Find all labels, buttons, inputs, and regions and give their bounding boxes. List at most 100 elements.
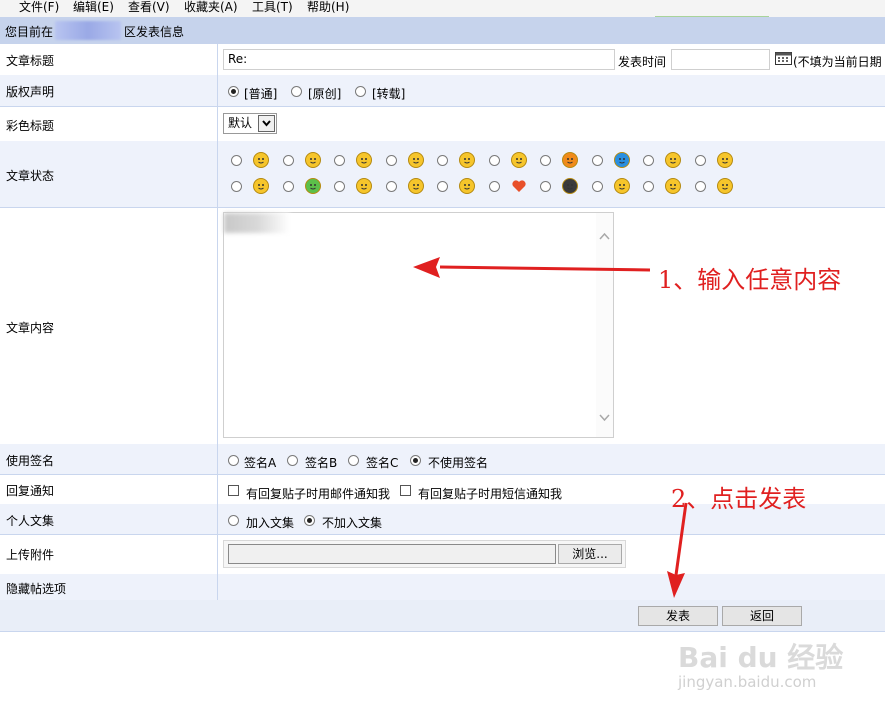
emoticon-radio-dizzy[interactable] (334, 181, 345, 192)
calendar-icon[interactable] (775, 52, 792, 65)
silly-emoticon-icon (717, 178, 733, 194)
not-join-collection-radio[interactable] (304, 515, 315, 526)
copyright-original-radio[interactable] (291, 86, 302, 97)
emoticon-radio-arrow[interactable] (437, 181, 448, 192)
menu-favorites[interactable]: 收藏夹(A) (184, 0, 238, 16)
emoticon-radio-warning[interactable] (540, 155, 551, 166)
signature-c-radio[interactable] (348, 455, 359, 466)
submit-button[interactable]: 发表 (638, 606, 718, 626)
content-label: 文章内容 (6, 321, 55, 335)
arrow-emoticon-icon (459, 178, 475, 194)
signature-label: 使用签名 (6, 454, 55, 468)
column-divider (217, 44, 218, 600)
grin-emoticon-icon (511, 152, 527, 168)
copyright-row: 版权声明 [普通] [原创] [转载] (0, 75, 885, 107)
signature-a-radio[interactable] (228, 455, 239, 466)
upload-row: 上传附件 浏览... (0, 534, 885, 575)
color-title-row: 彩色标题 默认 (0, 106, 885, 142)
baidu-watermark-logo: Bai du 经验 (678, 641, 844, 674)
surprised-emoticon-icon (459, 152, 475, 168)
join-collection-label: 加入文集 (246, 516, 295, 530)
emoticon-radio-silly[interactable] (695, 181, 706, 192)
wink-emoticon-icon (408, 152, 424, 168)
signature-b-radio[interactable] (287, 455, 298, 466)
emoticon-radio-shades[interactable] (540, 181, 551, 192)
header-prefix: 您目前在 (5, 25, 54, 39)
upload-label: 上传附件 (6, 548, 55, 562)
notify-sms-checkbox[interactable] (400, 485, 411, 496)
annotation-step-2: 2、点击发表 (671, 485, 807, 513)
chevron-down-icon (599, 414, 610, 422)
blurred-text (224, 213, 290, 233)
emoticon-radio-glasses[interactable] (695, 155, 706, 166)
title-label: 文章标题 (6, 54, 55, 68)
header-suffix: 区发表信息 (124, 25, 185, 39)
shy-emoticon-icon (305, 152, 321, 168)
color-title-label: 彩色标题 (6, 119, 55, 133)
emoticon-radio-smile[interactable] (231, 155, 242, 166)
emoticon-radio-think[interactable] (643, 181, 654, 192)
scrollbar[interactable] (596, 213, 613, 437)
menu-help[interactable]: 帮助(H) (307, 0, 349, 16)
question-emoticon-icon (614, 152, 630, 168)
not-join-collection-label: 不加入文集 (322, 516, 383, 530)
chevron-down-icon[interactable] (258, 115, 275, 132)
personal-collection-label: 个人文集 (6, 514, 55, 528)
warning-emoticon-icon (562, 152, 578, 168)
emoticon-radio-heart[interactable] (489, 181, 500, 192)
time-input[interactable] (671, 49, 770, 70)
emoticon-radio-question[interactable] (592, 155, 603, 166)
browse-button[interactable]: 浏览... (558, 544, 622, 564)
time-label: 发表时间 (618, 55, 667, 69)
glasses-emoticon-icon (717, 152, 733, 168)
join-collection-radio[interactable] (228, 515, 239, 526)
emoticon-radio-wink[interactable] (386, 155, 397, 166)
nerd-emoticon-icon (408, 178, 424, 194)
emoticon-radio-nerd[interactable] (386, 181, 397, 192)
laugh-emoticon-icon (665, 152, 681, 168)
signature-none-label: 不使用签名 (428, 456, 489, 470)
action-row: 发表 返回 (0, 600, 885, 632)
upload-box: 浏览... (223, 540, 626, 568)
location-header: 您目前在 区发表信息 (0, 17, 885, 44)
menu-view[interactable]: 查看(V) (128, 0, 170, 16)
baidu-watermark-url: jingyan.baidu.com (678, 673, 817, 691)
content-row: 文章内容 (0, 207, 885, 445)
emoticon-radio-laugh[interactable] (643, 155, 654, 166)
signature-a-label: 签名A (244, 456, 277, 470)
menu-edit[interactable]: 编辑(E) (73, 0, 114, 16)
hidden-post-row: 隐藏帖选项 (0, 574, 885, 601)
emoticon-radio-grin[interactable] (489, 155, 500, 166)
signature-none-radio[interactable] (410, 455, 421, 466)
upload-path-input[interactable] (228, 544, 556, 564)
color-title-select[interactable]: 默认 (223, 113, 277, 134)
emoticon-radio-shy[interactable] (283, 155, 294, 166)
heart-emoticon-icon (511, 178, 527, 194)
annotation-step-1: 1、输入任意内容 (658, 266, 842, 294)
copyright-repost-radio[interactable] (355, 86, 366, 97)
angry-emoticon-icon (253, 178, 269, 194)
title-input[interactable]: Re: (223, 49, 615, 70)
back-button[interactable]: 返回 (722, 606, 802, 626)
signature-row: 使用签名 签名A 签名B 签名C 不使用签名 (0, 444, 885, 475)
color-title-value: 默认 (228, 116, 253, 130)
emoticon-radio-sad[interactable] (592, 181, 603, 192)
emoticon-radio-cool[interactable] (334, 155, 345, 166)
signature-c-label: 签名C (366, 456, 399, 470)
menu-tools[interactable]: 工具(T) (252, 0, 293, 16)
emoticon-radio-surprised[interactable] (437, 155, 448, 166)
chevron-up-icon (599, 232, 610, 240)
emoticon-radio-angry[interactable] (231, 181, 242, 192)
emoticon-radio-sick[interactable] (283, 181, 294, 192)
copyright-normal-label: [普通] (244, 87, 278, 101)
content-textarea[interactable] (223, 212, 614, 438)
title-row: 文章标题 Re: 发表时间 (不填为当前日期 (0, 44, 885, 76)
status-row: 文章状态 (0, 141, 885, 208)
copyright-label: 版权声明 (6, 85, 55, 99)
signature-b-label: 签名B (305, 456, 338, 470)
menu-file[interactable]: 文件(F) (19, 0, 59, 16)
shades-emoticon-icon (562, 178, 578, 194)
time-hint: (不填为当前日期 (793, 55, 882, 69)
copyright-normal-radio[interactable] (228, 86, 239, 97)
notify-email-checkbox[interactable] (228, 485, 239, 496)
